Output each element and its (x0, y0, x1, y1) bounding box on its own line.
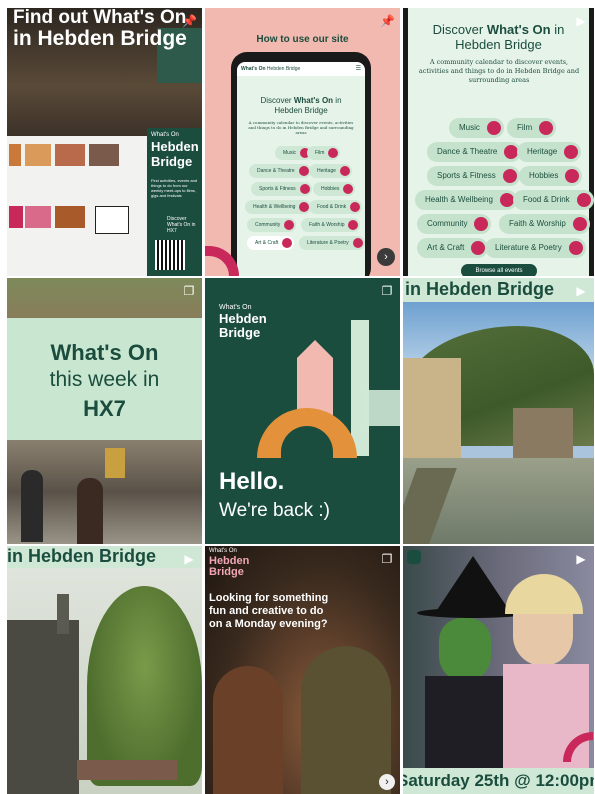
post-tile-saturday[interactable]: Saturday 25th @ 12:00pm ▶ (403, 546, 594, 794)
witch-hat (433, 556, 513, 616)
poster-title-2: Bridge (151, 154, 193, 169)
pill-community[interactable]: Community (417, 214, 492, 234)
orange-bridge-shape (257, 408, 357, 458)
pin-icon: 📌 (182, 14, 197, 28)
poster-body: Find activities, events and things to do… (151, 178, 198, 198)
pill-health-wellbeing[interactable]: Health & Wellbeing (415, 190, 517, 210)
pill-dance-theatre[interactable]: Dance & Theatre (427, 142, 522, 162)
hello-heading: Hello. (219, 468, 285, 495)
post-tile-hello[interactable]: What's On Hebden Bridge Hello. We're bac… (205, 278, 400, 544)
pill-art-craft[interactable]: Art & Craft (417, 238, 489, 258)
carousel-icon: ❐ (381, 284, 393, 298)
chimney-shape (351, 320, 369, 456)
overlay-line-2: in Hebden Bridge (13, 27, 187, 50)
person-left (213, 666, 283, 794)
hello-title-2: Bridge (219, 325, 261, 340)
phone-pill-dance[interactable]: Dance & Theatre (249, 164, 311, 178)
pill-literature-poetry[interactable]: Literature & Poetry (485, 238, 586, 258)
pin-icon: 📌 (380, 14, 395, 28)
this-week-line-1: What's On (50, 340, 159, 365)
event-date-text: Saturday 25th @ 12:00pm (403, 771, 594, 790)
poster-cta: Discover What's On in HX7 (167, 216, 196, 234)
phone-pill-heritage[interactable]: Heritage (309, 164, 352, 178)
phone-pill-food[interactable]: Food & Drink (309, 200, 363, 214)
how-to-heading: How to use our site (256, 34, 349, 45)
pill-hobbies[interactable]: Hobbies (519, 166, 583, 186)
church-tower (57, 594, 69, 634)
bridge-railing (77, 760, 177, 780)
discover-desc: A community calendar to discover events,… (418, 58, 580, 84)
monday-question: Looking for something fun and creative t… (209, 592, 329, 630)
post-tile-find-out[interactable]: Find out What's On in Hebden Bridge What… (7, 8, 202, 276)
pill-film[interactable]: Film (507, 118, 557, 138)
hello-subheading: We're back :) (219, 500, 330, 521)
phone-pill-literature[interactable]: Literature & Poetry (299, 236, 365, 250)
chevron-right-icon[interactable]: › (377, 248, 395, 266)
post-tile-how-to-use[interactable]: How to use our site What's On Hebden Bri… (205, 8, 400, 276)
person-right (301, 646, 391, 794)
poster-green-panel: What's On Hebden Bridge Find activities,… (147, 128, 202, 276)
poster-title-1: Hebden (151, 139, 199, 154)
pill-music[interactable]: Music (449, 118, 504, 138)
phone-pill-hobbies[interactable]: Hobbies (313, 182, 356, 196)
post-tile-hebden-canal[interactable]: in Hebden Bridge ▶ (403, 278, 594, 544)
poster-event-grid (7, 136, 147, 276)
phone-brand: What's On Hebden Bridge (241, 66, 301, 72)
post-grid: Find out What's On in Hebden Bridge What… (7, 8, 594, 794)
phone-pill-community[interactable]: Community (247, 218, 297, 232)
reel-icon: ▶ (576, 14, 586, 28)
chevron-right-icon[interactable]: › (379, 774, 395, 790)
pill-sports-fitness[interactable]: Sports & Fitness (427, 166, 520, 186)
phone-title: Discover What's On in Hebden Bridge (260, 96, 342, 115)
monday-small-label: What's On (209, 548, 237, 554)
carousel-icon: ❐ (183, 284, 195, 298)
pill-heritage[interactable]: Heritage (517, 142, 582, 162)
poster-small-label: What's On (151, 132, 179, 138)
pill-faith-worship[interactable]: Faith & Worship (499, 214, 590, 234)
reel-icon: ▶ (576, 284, 586, 298)
reel-icon: ▶ (184, 552, 194, 566)
phone-screen: What's On Hebden Bridge ☰ Discover What'… (237, 62, 365, 276)
hebden-banner-text-2: in Hebden Bridge (7, 546, 157, 566)
post-tile-this-week[interactable]: What's On this week in HX7 ❐ (7, 278, 202, 544)
discover-title: Discover What's On in Hebden Bridge (432, 22, 565, 52)
pink-roof-shape (297, 340, 333, 358)
post-tile-hebden-street[interactable]: in Hebden Bridge ▶ (7, 546, 202, 794)
brand-badge (407, 550, 421, 564)
phone-pill-faith[interactable]: Faith & Worship (301, 218, 361, 232)
post-tile-monday-evening[interactable]: What's On Hebden Bridge Looking for some… (205, 546, 400, 794)
hebden-banner-text: in Hebden Bridge (405, 279, 555, 299)
phone-pill-film[interactable]: Film (307, 146, 341, 160)
overlay-line-1: Find out What's On (13, 8, 187, 28)
hello-small-label: What's On (219, 304, 252, 311)
carousel-icon: ❐ (381, 552, 393, 566)
tree (87, 586, 202, 786)
phone-frame: What's On Hebden Bridge ☰ Discover What'… (231, 52, 371, 276)
phone-pill-sports[interactable]: Sports & Fitness (251, 182, 312, 196)
green-face (439, 618, 491, 682)
browse-all-events-button[interactable]: Browse all events (461, 264, 537, 276)
this-week-line-2: this week in (49, 368, 160, 391)
pill-food-drink[interactable]: Food & Drink (513, 190, 594, 210)
phone-desc: A community calendar to discover events,… (248, 120, 354, 135)
phone-pill-health[interactable]: Health & Wellbeing (245, 200, 312, 214)
menu-icon[interactable]: ☰ (356, 65, 361, 72)
stone-building (7, 620, 79, 794)
this-week-line-3: HX7 (83, 396, 126, 421)
phone-pill-art[interactable]: Art & Craft (247, 236, 295, 250)
monday-title-2: Bridge (209, 566, 244, 578)
qr-code (155, 240, 185, 270)
hello-title-1: Hebden (219, 311, 267, 326)
post-tile-discover[interactable]: Discover What's On in Hebden Bridge A com… (403, 8, 594, 276)
reel-icon: ▶ (576, 552, 586, 566)
